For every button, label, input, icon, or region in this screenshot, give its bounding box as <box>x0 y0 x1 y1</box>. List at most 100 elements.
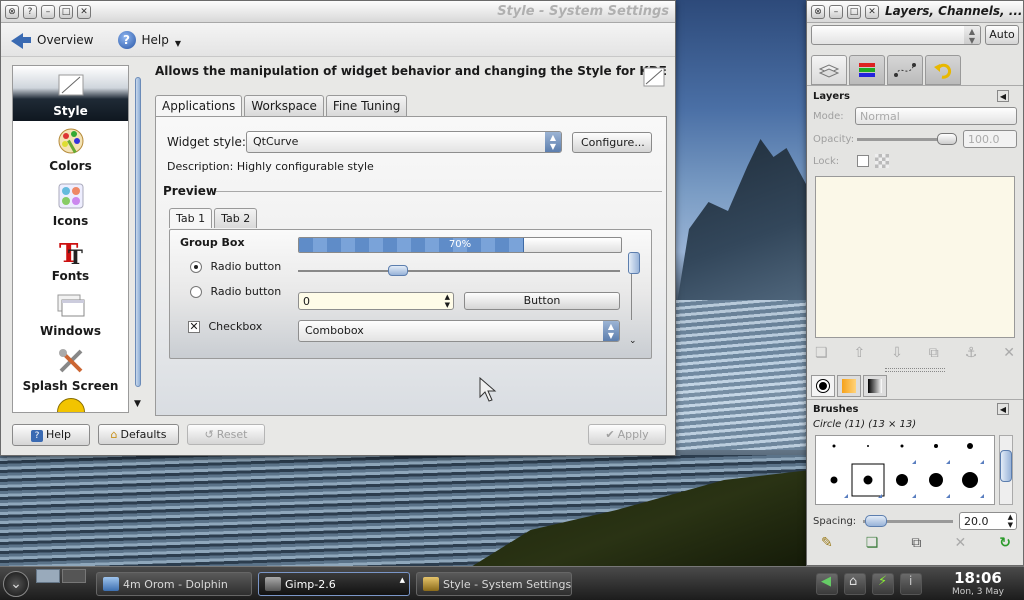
scrollbar-handle[interactable] <box>135 77 141 387</box>
tab-patterns[interactable] <box>837 375 861 397</box>
window-menu-icon[interactable]: ⊗ <box>5 5 19 19</box>
lock-pixels-checkbox[interactable] <box>857 155 869 167</box>
checkbox-checked-icon: ✕ <box>188 320 200 333</box>
window-menu-icon[interactable]: ⊗ <box>811 5 825 19</box>
configure-button[interactable]: Configure... <box>572 132 652 153</box>
task-dolphin[interactable]: 4m Orom - Dolphin <box>96 572 252 596</box>
radio-button-2[interactable]: Radio button <box>190 285 281 298</box>
duplicate-layer-icon[interactable]: ⧉ <box>929 345 939 361</box>
slider-handle[interactable] <box>388 265 408 276</box>
help-icon: ? <box>117 30 136 49</box>
dock-separator-handle[interactable] <box>885 368 945 372</box>
sidebar-item-label: Windows <box>40 324 101 338</box>
minimize-icon[interactable]: – <box>829 5 843 19</box>
image-selector-combobox[interactable]: ▲ ▼ <box>811 25 981 45</box>
preview-combobox[interactable]: Combobox ▲ ▼ <box>298 320 620 342</box>
brush-grid[interactable] <box>815 435 995 505</box>
overview-button[interactable]: Overview <box>11 31 94 49</box>
lock-alpha-icon[interactable] <box>875 154 889 168</box>
minimize-icon[interactable]: – <box>41 5 55 19</box>
duplicate-brush-icon[interactable]: ⧉ <box>911 535 921 551</box>
delete-brush-icon[interactable]: ✕ <box>954 535 966 551</box>
lower-layer-icon[interactable]: ⇩ <box>891 345 903 361</box>
title-bar[interactable]: ⊗ – □ ✕ Layers, Channels, ... <box>807 1 1023 23</box>
spacing-spinbox[interactable]: 20.0 ▲ ▼ <box>959 512 1017 530</box>
mode-combobox[interactable]: Normal <box>855 107 1017 125</box>
sidebar-item-partial[interactable] <box>13 396 128 412</box>
help-menu-button[interactable]: ? Help ▼ <box>117 30 181 49</box>
tab-workspace[interactable]: Workspace <box>244 95 324 116</box>
desktop-1-pager[interactable] <box>36 569 60 583</box>
close-icon[interactable]: ✕ <box>77 5 91 19</box>
new-layer-icon[interactable]: ❏ <box>815 345 828 361</box>
info-icon[interactable]: i <box>900 573 922 595</box>
tab-preview-1[interactable]: Tab 1 <box>169 208 213 228</box>
preview-button[interactable]: Button <box>464 292 620 310</box>
auto-button[interactable]: Auto <box>985 25 1019 45</box>
sidebar-item-fonts[interactable]: TT Fonts <box>13 231 128 286</box>
network-icon[interactable]: ⌂ <box>844 573 866 595</box>
defaults-button[interactable]: ⌂ Defaults <box>98 424 179 445</box>
sidebar-item-label: Colors <box>49 159 92 173</box>
preview-scrollbar-handle[interactable] <box>628 252 640 274</box>
tab-applications[interactable]: Applications <box>155 95 243 116</box>
tab-menu-icon[interactable]: ◀ <box>997 403 1009 415</box>
back-arrow-icon <box>11 31 31 49</box>
help-button[interactable]: ? Help <box>12 424 90 446</box>
slider-track[interactable] <box>298 270 620 272</box>
tab-fine-tuning[interactable]: Fine Tuning <box>325 95 408 116</box>
tab-menu-icon[interactable]: ◀ <box>997 90 1009 102</box>
anchor-layer-icon[interactable]: ⚓ <box>965 345 978 361</box>
layers-list[interactable] <box>815 176 1015 338</box>
sidebar-item-style[interactable]: Style <box>13 66 128 121</box>
sidebar-scrollbar[interactable]: ▼ <box>132 77 145 413</box>
close-icon[interactable]: ✕ <box>865 5 879 19</box>
refresh-brushes-icon[interactable]: ↻ <box>999 535 1011 551</box>
widget-style-combobox[interactable]: QtCurve ▲ ▼ <box>246 131 562 153</box>
spin-box[interactable]: 0 ▲ ▼ <box>298 292 454 310</box>
task-gimp[interactable]: Gimp-2.6 ▲ <box>258 572 410 596</box>
sidebar-item-label: Icons <box>52 214 89 228</box>
spin-arrows-icon[interactable]: ▲ ▼ <box>445 293 450 309</box>
sidebar-item-colors[interactable]: Colors <box>13 121 128 176</box>
application-launcher-icon[interactable]: ⌄ <box>3 571 29 597</box>
task-system-settings[interactable]: Style - System Settings <box>416 572 572 596</box>
tab-preview-2[interactable]: Tab 2 <box>214 208 258 228</box>
preview-divider <box>216 191 662 192</box>
raise-layer-icon[interactable]: ⇧ <box>853 345 865 361</box>
clock-time[interactable]: 18:06 <box>934 569 1022 587</box>
desktop-2-pager[interactable] <box>62 569 86 583</box>
volume-icon[interactable]: ◀ <box>816 573 838 595</box>
scroll-down-icon[interactable]: ▼ <box>134 399 141 409</box>
spacing-slider-handle[interactable] <box>865 515 887 527</box>
delete-layer-icon[interactable]: ✕ <box>1003 345 1015 361</box>
scroll-down-icon[interactable]: ⌄ <box>629 336 637 346</box>
checkmark-icon: ✔ <box>605 428 615 441</box>
sidebar-item-windows[interactable]: Windows <box>13 286 128 341</box>
tab-layers[interactable] <box>811 55 847 85</box>
checkbox[interactable]: ✕ Checkbox <box>188 320 262 333</box>
spin-arrows-icon[interactable]: ▲ ▼ <box>1008 513 1013 529</box>
new-brush-icon[interactable]: ❏ <box>866 535 879 551</box>
tab-gradients[interactable] <box>863 375 887 397</box>
opacity-slider-handle[interactable] <box>937 133 957 145</box>
title-bar[interactable]: ⊗ ? – □ ✕ Style - System Settings <box>1 1 675 23</box>
maximize-icon[interactable]: □ <box>847 5 861 19</box>
scrollbar-handle[interactable] <box>1000 450 1012 482</box>
maximize-icon[interactable]: □ <box>59 5 73 19</box>
tab-paths[interactable] <box>887 55 923 85</box>
tab-brushes[interactable] <box>811 375 835 397</box>
edit-brush-icon[interactable]: ✎ <box>821 535 833 551</box>
apply-button[interactable]: ✔ Apply <box>588 424 666 445</box>
battery-icon[interactable]: ⚡ <box>872 573 894 595</box>
radio-button-1[interactable]: Radio button <box>190 260 281 273</box>
tab-undo-history[interactable] <box>925 55 961 85</box>
opacity-spinbox[interactable]: 100.0 <box>963 130 1017 148</box>
reset-button[interactable]: ↺ Reset <box>187 424 265 445</box>
layers-icon <box>818 64 840 78</box>
brush-grid-scrollbar[interactable] <box>999 435 1013 505</box>
sidebar-item-icons[interactable]: Icons <box>13 176 128 231</box>
help-title-icon[interactable]: ? <box>23 5 37 19</box>
tab-channels[interactable] <box>849 55 885 85</box>
sidebar-item-splash-screen[interactable]: Splash Screen <box>13 341 128 396</box>
